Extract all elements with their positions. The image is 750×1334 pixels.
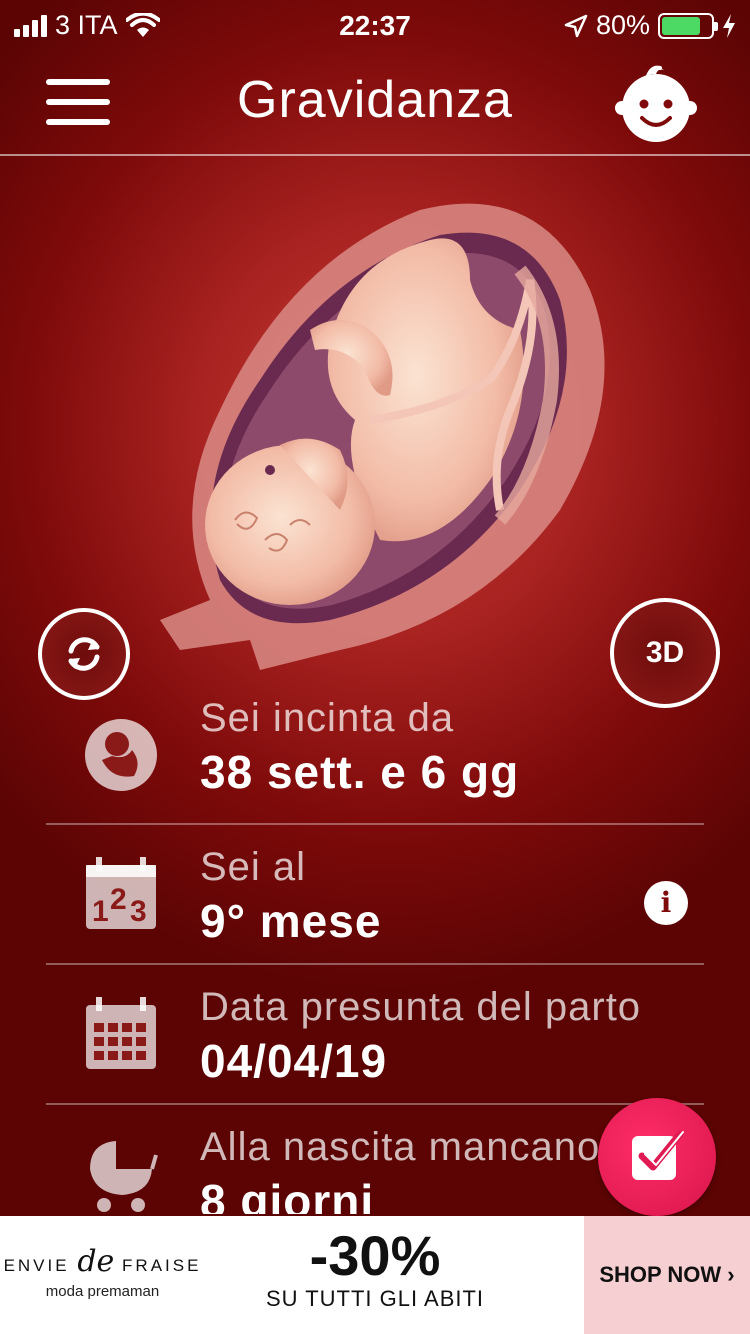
info-value: 9° mese xyxy=(200,895,382,947)
charging-bolt-icon xyxy=(723,13,735,38)
status-bar: 3 ITA 22:37 80% xyxy=(0,0,750,52)
view-3d-label: 3D xyxy=(645,636,685,669)
svg-text:1: 1 xyxy=(92,895,109,928)
info-label: Alla nascita mancano xyxy=(200,1125,601,1169)
info-text-month: Sei al 9° mese xyxy=(200,845,381,948)
stroller-icon xyxy=(90,1141,158,1212)
info-text-due-date: Data presunta del parto 04/04/19 xyxy=(200,985,641,1088)
ad-discount: -30% xyxy=(309,1224,441,1287)
fetus-illustration xyxy=(160,203,605,671)
ad-brand-logo: ENVIE de FRAISE moda premaman xyxy=(0,1244,205,1300)
battery-icon xyxy=(658,12,718,39)
info-value: 8 giorni xyxy=(200,1175,375,1214)
info-text-weeks: Sei incinta da 38 sett. e 6 gg xyxy=(200,700,519,799)
location-arrow-icon xyxy=(564,14,588,37)
ad-offer: -30% SU TUTTI GLI ABITI xyxy=(220,1226,530,1312)
baby-face-icon[interactable] xyxy=(610,60,702,144)
svg-text:2: 2 xyxy=(110,883,127,916)
ad-brand-script: de xyxy=(77,1244,115,1279)
checklist-icon xyxy=(632,1130,684,1180)
checklist-button[interactable] xyxy=(598,1098,716,1216)
info-row-month: 1 2 3 Sei al 9° mese i xyxy=(46,825,704,965)
ad-banner[interactable]: ENVIE de FRAISE moda premaman -30% SU TU… xyxy=(0,1216,750,1334)
nav-bar: Gravidanza xyxy=(0,52,750,156)
battery-percent: 80% xyxy=(595,10,650,40)
calendar-123-icon: 1 2 3 xyxy=(86,857,156,929)
info-text-countdown: Alla nascita mancano 8 giorni xyxy=(200,1125,600,1214)
fetus-icon xyxy=(85,719,157,791)
info-label: Data presunta del parto xyxy=(200,985,642,1029)
ad-brand-subtitle: moda premaman xyxy=(45,1283,160,1300)
svg-text:3: 3 xyxy=(130,895,147,928)
rotate-view-button[interactable] xyxy=(38,608,130,700)
info-value: 38 sett. e 6 gg xyxy=(200,746,520,798)
ad-brand-right: FRAISE xyxy=(122,1256,202,1275)
ad-brand-left: ENVIE xyxy=(3,1256,70,1275)
info-row-weeks: Sei incinta da 38 sett. e 6 gg xyxy=(46,700,704,825)
status-right: 80% xyxy=(564,10,736,41)
month-info-button[interactable]: i xyxy=(644,881,688,925)
refresh-icon xyxy=(68,637,100,671)
battery-fill xyxy=(662,16,701,35)
info-value: 04/04/19 xyxy=(200,1035,388,1087)
ad-subline: SU TUTTI GLI ABITI xyxy=(265,1286,485,1311)
shop-now-button[interactable]: SHOP NOW › xyxy=(584,1216,750,1334)
info-label: Sei incinta da xyxy=(200,700,455,740)
view-3d-button[interactable]: 3D xyxy=(610,598,720,708)
info-row-due-date: Data presunta del parto 04/04/19 xyxy=(46,965,704,1105)
info-label: Sei al xyxy=(200,845,307,889)
calendar-grid-icon xyxy=(86,997,156,1069)
